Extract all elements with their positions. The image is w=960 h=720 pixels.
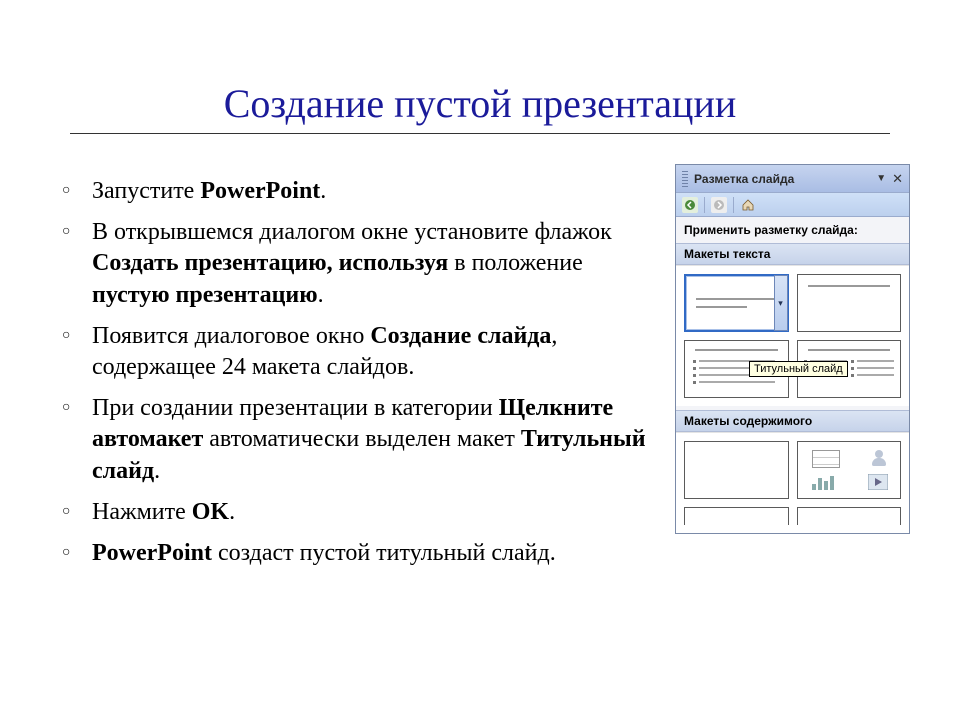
layout-partial[interactable] — [797, 507, 902, 525]
layout-partial[interactable] — [684, 507, 789, 525]
separator — [733, 197, 734, 213]
section-text-layouts: Макеты текста — [676, 243, 909, 265]
close-icon[interactable]: ✕ — [892, 171, 903, 187]
media-icon — [868, 474, 888, 490]
list-item: ○ При создании презентации в категории Щ… — [50, 393, 665, 487]
slide-body: ○ Запустите PowerPoint. ○ В открывшемся … — [50, 164, 910, 579]
content-layouts-grid — [676, 432, 909, 533]
task-pane-nav — [676, 193, 909, 217]
layout-title-slide[interactable]: ▾ — [684, 274, 789, 332]
layout-title-bullets[interactable]: Титульный слайд — [684, 340, 789, 398]
bullet-list: ○ Запустите PowerPoint. ○ В открывшемся … — [50, 164, 665, 579]
dropdown-icon[interactable]: ▼ — [876, 173, 886, 184]
layout-blank[interactable] — [684, 441, 789, 499]
layout-title-only[interactable] — [797, 274, 902, 332]
back-button[interactable] — [682, 197, 698, 213]
grip-icon — [682, 171, 688, 187]
list-item-text: Нажмите OK. — [92, 497, 235, 528]
bullet-marker-icon: ○ — [62, 497, 92, 527]
arrow-right-icon — [714, 200, 724, 210]
slide: Создание пустой презентации ○ Запустите … — [0, 0, 960, 579]
chevron-down-icon[interactable]: ▾ — [774, 275, 788, 331]
section-content-layouts: Макеты содержимого — [676, 410, 909, 432]
arrow-left-icon — [685, 200, 695, 210]
task-pane-header: Разметка слайда ▼ ✕ — [676, 165, 909, 193]
list-item: ○ Появится диалоговое окно Создание слай… — [50, 321, 665, 383]
list-item-text: В открывшемся диалогом окне установите ф… — [92, 217, 665, 311]
list-item-text: Запустите PowerPoint. — [92, 176, 326, 207]
list-item: ○ В открывшемся диалогом окне установите… — [50, 217, 665, 311]
list-item-text: При создании презентации в категории Щел… — [92, 393, 665, 487]
task-pane: Разметка слайда ▼ ✕ Применит — [675, 164, 910, 534]
list-item: ○ Нажмите OK. — [50, 497, 665, 528]
bullet-marker-icon: ○ — [62, 321, 92, 351]
bullet-marker-icon: ○ — [62, 217, 92, 247]
tooltip: Титульный слайд — [749, 361, 848, 377]
separator — [704, 197, 705, 213]
bullet-marker-icon: ○ — [62, 538, 92, 568]
list-item: ○ Запустите PowerPoint. — [50, 176, 665, 207]
forward-button[interactable] — [711, 197, 727, 213]
list-item-text: Появится диалоговое окно Создание слайда… — [92, 321, 665, 383]
layout-content[interactable] — [797, 441, 902, 499]
slide-title: Создание пустой презентации — [70, 80, 890, 134]
bullet-marker-icon: ○ — [62, 176, 92, 206]
home-button[interactable] — [740, 197, 756, 213]
task-pane-title: Разметка слайда — [694, 172, 870, 186]
text-layouts-grid: ▾ Титульный слайд — [676, 265, 909, 406]
apply-layout-label: Применить разметку слайда: — [676, 217, 909, 239]
bullet-marker-icon: ○ — [62, 393, 92, 423]
list-item-text: PowerPoint создаст пустой титульный слай… — [92, 538, 556, 569]
list-item: ○ PowerPoint создаст пустой титульный сл… — [50, 538, 665, 569]
home-icon — [741, 198, 755, 212]
